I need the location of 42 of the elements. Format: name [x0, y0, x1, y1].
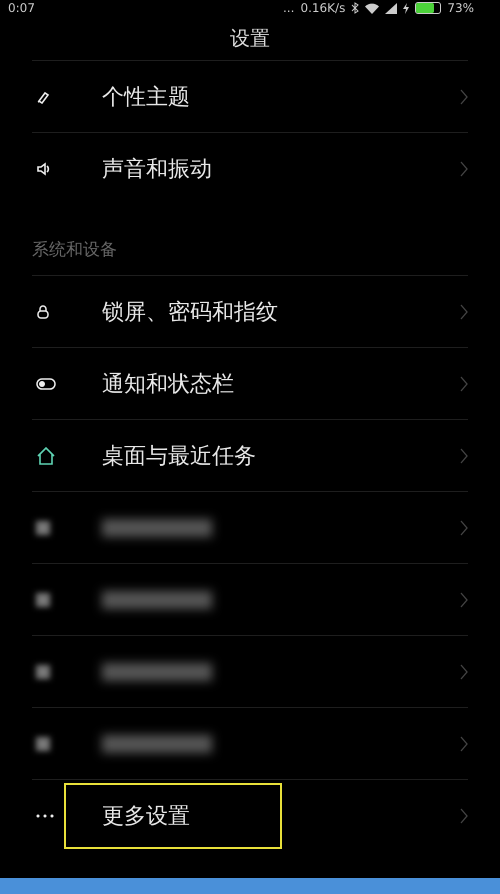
- chevron-right-icon: [460, 520, 468, 536]
- battery-icon: [415, 2, 442, 14]
- settings-row[interactable]: 更多设置: [32, 779, 468, 851]
- signal-icon: [385, 2, 398, 14]
- more-notifications: ...: [282, 1, 294, 15]
- clock-time: 0:07: [8, 1, 35, 15]
- settings-row[interactable]: 通知和状态栏: [32, 347, 468, 419]
- section-header: 系统和设备: [31, 239, 118, 262]
- chevron-right-icon: [460, 448, 468, 464]
- row-label: 个性主题: [102, 84, 190, 112]
- settings-row[interactable]: 锁屏、密码和指纹: [32, 275, 468, 347]
- network-speed: 0.16K/s: [300, 1, 346, 15]
- chevron-right-icon: [460, 376, 468, 392]
- chevron-right-icon: [460, 88, 468, 104]
- home-icon: [36, 446, 56, 464]
- row-label: 声音和振动: [102, 156, 212, 184]
- chevron-right-icon: [460, 664, 468, 680]
- row-label: 更多设置: [102, 802, 190, 830]
- blurred-icon: [36, 736, 50, 750]
- speaker-icon: [36, 162, 52, 176]
- bluetooth-icon: [351, 2, 360, 14]
- chevron-right-icon: [460, 160, 468, 176]
- blurred-icon: [36, 592, 50, 606]
- page-title: 设置: [230, 24, 270, 52]
- more-icon: [36, 814, 54, 818]
- row-label: 通知和状态栏: [102, 370, 234, 398]
- settings-row[interactable]: 声音和振动: [32, 132, 468, 204]
- chevron-right-icon: [460, 304, 468, 320]
- battery-percent: 73%: [447, 1, 474, 15]
- lock-icon: [36, 304, 50, 320]
- row-label: 桌面与最近任务: [102, 442, 256, 470]
- chevron-right-icon: [460, 808, 468, 824]
- row-label: 锁屏、密码和指纹: [102, 298, 278, 326]
- blurred-icon: [36, 664, 50, 678]
- wifi-icon: [365, 2, 380, 14]
- blurred-icon: [36, 520, 50, 534]
- toggle-icon: [36, 378, 56, 390]
- chevron-right-icon: [460, 736, 468, 752]
- settings-row[interactable]: 桌面与最近任务: [32, 419, 468, 491]
- charging-icon: [403, 2, 410, 14]
- settings-row[interactable]: 个性主题: [32, 60, 468, 132]
- chevron-right-icon: [460, 592, 468, 608]
